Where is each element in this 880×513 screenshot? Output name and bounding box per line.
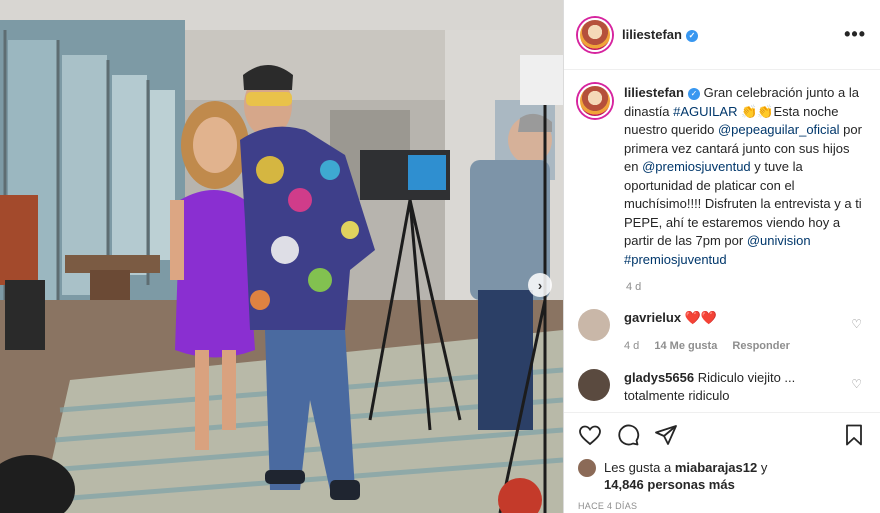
post-sidebar: liliestefan ✓ ••• liliestefan ✓ Gran celeb…	[563, 0, 880, 513]
caption-emojis: 👏👏	[737, 103, 774, 119]
comment-text: ❤️❤️	[684, 310, 718, 325]
instagram-post: › liliestefan ✓ ••• liliestefan ✓ Gran cel…	[0, 0, 880, 513]
likes-count[interactable]: 14,846 personas más	[604, 477, 735, 492]
hashtag-link[interactable]: #premiosjuventud	[624, 252, 727, 267]
post-image	[0, 0, 563, 513]
bookmark-icon[interactable]	[842, 423, 866, 447]
caption-text: liliestefan ✓ Gran celebración junto a la…	[624, 84, 864, 269]
share-icon[interactable]	[654, 423, 678, 447]
caption-username[interactable]: liliestefan	[624, 85, 684, 100]
comment-like-icon[interactable]: ♡	[851, 317, 862, 331]
caption-time: 4 d	[626, 281, 642, 293]
hashtag-link[interactable]: #AGUILAR	[673, 104, 737, 119]
reply-button[interactable]: Responder	[732, 340, 789, 352]
liker-username[interactable]: miabarajas12	[675, 460, 757, 475]
likes-middle: y	[757, 460, 768, 475]
action-icons	[578, 421, 866, 449]
comment-like-icon[interactable]: ♡	[851, 377, 862, 391]
post-date[interactable]: HACE 4 DÍAS	[578, 501, 866, 511]
post-header: liliestefan ✓ •••	[564, 0, 880, 70]
likes-prefix: Les gusta a	[604, 460, 675, 475]
post-photo: ›	[0, 0, 563, 513]
comment-avatar[interactable]	[578, 369, 610, 401]
comment-likes[interactable]: 14 Me gusta	[654, 340, 717, 352]
next-image-button[interactable]: ›	[528, 273, 552, 297]
heart-icon[interactable]	[578, 423, 602, 447]
chevron-right-icon: ›	[537, 277, 543, 293]
avatar[interactable]	[578, 17, 612, 52]
action-bar: Les gusta a miabarajas12 y 14,846 person…	[564, 412, 880, 511]
comment-time: 4 d	[624, 340, 640, 352]
mention-link[interactable]: @univision	[747, 233, 811, 248]
likes-text: Les gusta a miabarajas12 y 14,846 person…	[604, 459, 767, 493]
comment-item: gladys5656 Ridiculo viejito ... totalmen…	[578, 369, 866, 405]
verified-icon: ✓	[687, 88, 700, 101]
mention-link[interactable]: @premiosjuventud	[642, 159, 751, 174]
caption: liliestefan ✓ Gran celebración junto a la…	[578, 84, 866, 269]
header-username[interactable]: liliestefan ✓	[622, 27, 698, 42]
comment-username[interactable]: gavrielux	[624, 310, 681, 325]
comment-body: gavrielux ❤️❤️ 4 d 14 Me gusta Responder	[624, 309, 842, 355]
liker-avatar[interactable]	[578, 459, 596, 477]
caption-avatar[interactable]	[578, 84, 612, 118]
comment-item: gavrielux ❤️❤️ 4 d 14 Me gusta Responder…	[578, 309, 866, 355]
comments-section[interactable]: liliestefan ✓ Gran celebración junto a la…	[564, 70, 880, 410]
comment-body: gladys5656 Ridiculo viejito ... totalmen…	[624, 369, 842, 405]
comment-meta: 4 d 14 Me gusta Responder	[624, 337, 842, 355]
likes-summary: Les gusta a miabarajas12 y 14,846 person…	[578, 459, 866, 493]
mention-link[interactable]: @pepeaguilar_oficial	[718, 122, 840, 137]
comment-icon[interactable]	[616, 423, 640, 447]
comment-avatar[interactable]	[578, 309, 610, 341]
verified-icon: ✓	[685, 29, 698, 42]
more-options-button[interactable]: •••	[844, 24, 866, 45]
comment-username[interactable]: gladys5656	[624, 370, 694, 385]
